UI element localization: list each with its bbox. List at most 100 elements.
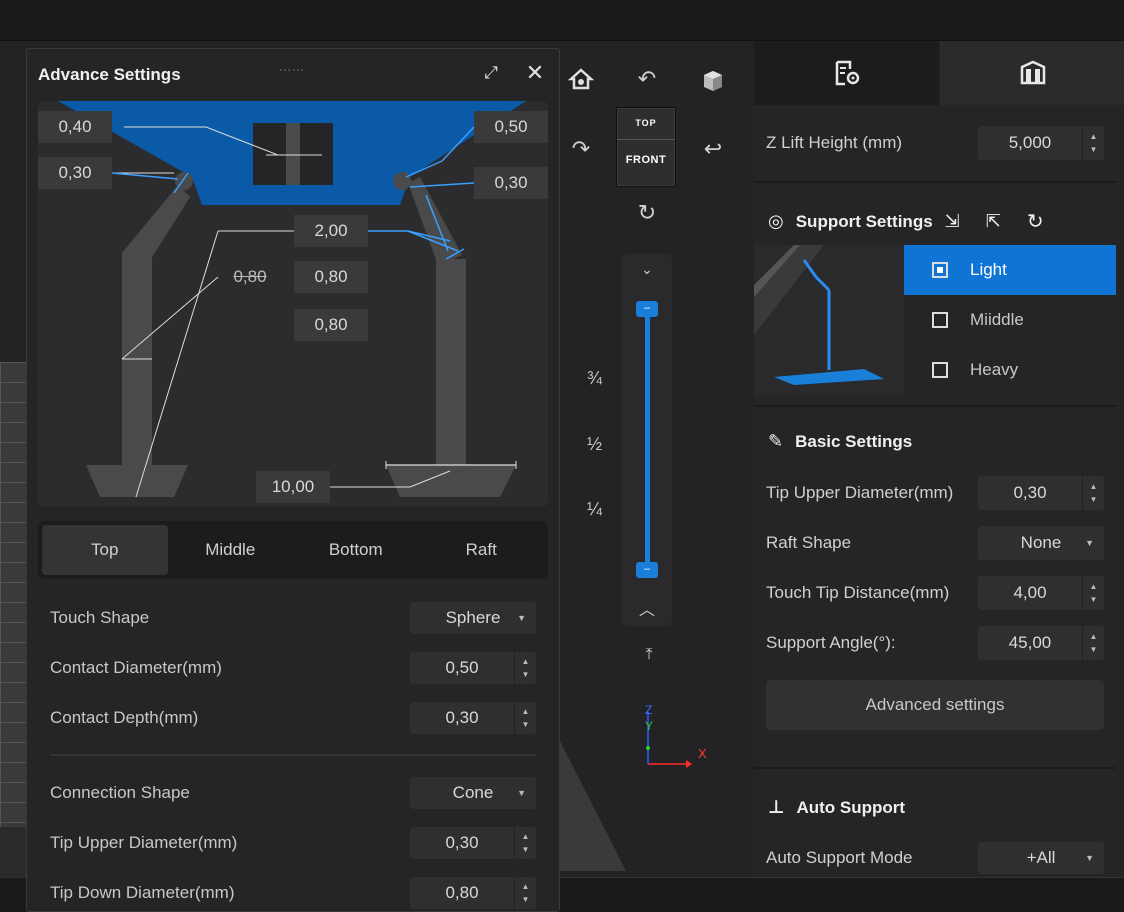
spin-down-icon[interactable]: ▼: [1090, 143, 1098, 156]
expand-icon[interactable]: ⤢: [479, 61, 503, 85]
level-light[interactable]: Light: [904, 245, 1116, 295]
touch-shape-value[interactable]: Sphere: [446, 608, 501, 628]
tab-bottom[interactable]: Bottom: [293, 525, 419, 575]
contact-depth-input[interactable]: 0,30 ▲ ▼: [410, 702, 536, 734]
viewport-left-strip: [0, 827, 26, 877]
diagram-label-top-left[interactable]: 0,40: [38, 111, 112, 143]
tab-top[interactable]: Top: [42, 525, 168, 575]
z-lift-label: Z Lift Height (mm): [766, 133, 903, 152]
spin-up-icon[interactable]: ▲: [522, 705, 530, 718]
support-icon: [1020, 60, 1045, 85]
contact-diameter-row: Contact Diameter(mm) 0,50 ▲ ▼: [50, 652, 536, 684]
diagram-label-bottom[interactable]: 10,00: [256, 471, 330, 503]
home-view-icon[interactable]: [566, 66, 596, 96]
drag-handle-icon[interactable]: ⋯⋯: [279, 63, 305, 77]
z-lift-spinner[interactable]: ▲ ▼: [1082, 126, 1104, 160]
reset-icon[interactable]: ↻: [1027, 209, 1044, 234]
tab-print-settings[interactable]: [754, 41, 939, 105]
raft-shape-select[interactable]: None ▼: [978, 526, 1104, 560]
tip-upper-diameter-input[interactable]: 0,30 ▲ ▼: [410, 827, 536, 859]
spin-up-icon[interactable]: ▲: [1090, 130, 1098, 143]
rotate-down-icon[interactable]: ↻: [632, 198, 662, 228]
tip-upper-input[interactable]: 0,30 ▲ ▼: [978, 476, 1104, 510]
support-angle-input[interactable]: 45,00 ▲ ▼: [978, 626, 1104, 660]
middle-checkbox[interactable]: [932, 312, 948, 328]
connection-shape-select[interactable]: Cone ▼: [410, 777, 536, 809]
basic-settings-title: Basic Settings: [795, 431, 913, 451]
contact-depth-spinner[interactable]: ▲ ▼: [514, 702, 536, 734]
spin-down-icon[interactable]: ▼: [1090, 593, 1098, 606]
support-angle-spinner[interactable]: ▲ ▼: [1082, 626, 1104, 660]
layer-slider-track[interactable]: [645, 310, 650, 572]
touch-tip-input[interactable]: 4,00 ▲ ▼: [978, 576, 1104, 610]
support-settings-header: ◎ Support Settings ⇲ ⇱ ↻: [768, 209, 1108, 234]
raft-shape-value[interactable]: None: [1021, 533, 1062, 553]
touch-tip-spinner[interactable]: ▲ ▼: [1082, 576, 1104, 610]
diagram-label-center-left[interactable]: 0,80: [214, 261, 286, 293]
z-lift-input[interactable]: 5,000 ▲ ▼: [978, 126, 1104, 160]
slider-top-handle[interactable]: –: [636, 301, 658, 317]
touch-shape-select[interactable]: Sphere ▼: [410, 602, 536, 634]
level-heavy[interactable]: Heavy: [904, 345, 1116, 395]
spin-up-icon[interactable]: ▲: [1090, 580, 1098, 593]
spin-down-icon[interactable]: ▼: [522, 893, 530, 906]
chevron-down-icon[interactable]: ▼: [517, 613, 526, 623]
diagram-label-center-2[interactable]: 0,80: [294, 261, 368, 293]
level-middle[interactable]: Miiddle: [904, 295, 1116, 345]
spin-up-icon[interactable]: ▲: [1090, 480, 1098, 493]
close-icon[interactable]: ✕: [523, 61, 547, 85]
chevron-up-icon[interactable]: ︿: [632, 596, 662, 626]
tab-raft[interactable]: Raft: [419, 525, 545, 575]
slider-bottom-handle[interactable]: –: [636, 562, 658, 578]
chevron-down-icon[interactable]: ▼: [517, 788, 526, 798]
tip-upper-diameter-spinner[interactable]: ▲ ▼: [514, 827, 536, 859]
heavy-checkbox[interactable]: [932, 362, 948, 378]
connection-shape-value[interactable]: Cone: [453, 783, 494, 803]
cube-top-face[interactable]: TOP: [617, 108, 675, 140]
tip-down-diameter-input[interactable]: 0,80 ▲ ▼: [410, 877, 536, 909]
light-checkbox[interactable]: [932, 262, 948, 278]
tip-upper-spinner[interactable]: ▲ ▼: [1082, 476, 1104, 510]
spin-down-icon[interactable]: ▼: [1090, 493, 1098, 506]
tab-middle[interactable]: Middle: [168, 525, 294, 575]
tip-down-diameter-spinner[interactable]: ▲ ▼: [514, 877, 536, 909]
export-icon[interactable]: ⇱: [986, 211, 1001, 232]
spin-down-icon[interactable]: ▼: [522, 718, 530, 731]
chevron-down-icon[interactable]: ▼: [1085, 538, 1094, 548]
auto-support-mode-value[interactable]: +All: [1027, 848, 1056, 868]
view-cube[interactable]: TOP FRONT: [616, 107, 676, 187]
contact-diameter-label: Contact Diameter(mm): [50, 658, 222, 677]
auto-support-mode-select[interactable]: +All ▼: [978, 842, 1104, 874]
contact-diameter-input[interactable]: 0,50 ▲ ▼: [410, 652, 536, 684]
fraction-three-quarters: ¾: [587, 368, 603, 388]
divider: [50, 754, 536, 756]
rotate-left-icon[interactable]: ↷: [566, 134, 596, 164]
lift-icon[interactable]: ⤒: [634, 640, 664, 670]
spin-up-icon[interactable]: ▲: [522, 880, 530, 893]
chevron-down-icon[interactable]: ▼: [1085, 853, 1094, 863]
diagram-label-center-3[interactable]: 0,80: [294, 309, 368, 341]
diagram-label-left-mid[interactable]: 0,30: [38, 157, 112, 189]
spin-up-icon[interactable]: ▲: [1090, 630, 1098, 643]
spin-up-icon[interactable]: ▲: [522, 830, 530, 843]
diagram-label-center-1[interactable]: 2,00: [294, 215, 368, 247]
advance-settings-dialog: Advance Settings ⋯⋯ ⤢ ✕ 0,40 0,50 0,30 0…: [26, 48, 560, 912]
chevron-down-icon[interactable]: ⌄: [632, 254, 662, 284]
contact-diameter-spinner[interactable]: ▲ ▼: [514, 652, 536, 684]
spin-up-icon[interactable]: ▲: [522, 655, 530, 668]
tab-support[interactable]: [940, 41, 1124, 105]
build-plate-edge: [560, 741, 626, 871]
spin-down-icon[interactable]: ▼: [522, 843, 530, 856]
rotate-right-icon[interactable]: ↩: [698, 134, 728, 164]
contact-depth-label: Contact Depth(mm): [50, 708, 199, 727]
import-icon[interactable]: ⇲: [945, 211, 960, 232]
advanced-settings-button[interactable]: Advanced settings: [766, 680, 1104, 730]
diagram-label-top-right[interactable]: 0,50: [474, 111, 548, 143]
perspective-cube-icon[interactable]: [698, 66, 728, 96]
level-middle-label: Miiddle: [970, 310, 1024, 329]
cube-front-face[interactable]: FRONT: [617, 140, 675, 166]
spin-down-icon[interactable]: ▼: [1090, 643, 1098, 656]
diagram-label-right-mid[interactable]: 0,30: [474, 167, 548, 199]
spin-down-icon[interactable]: ▼: [522, 668, 530, 681]
rotate-up-icon[interactable]: ↶: [632, 64, 662, 94]
